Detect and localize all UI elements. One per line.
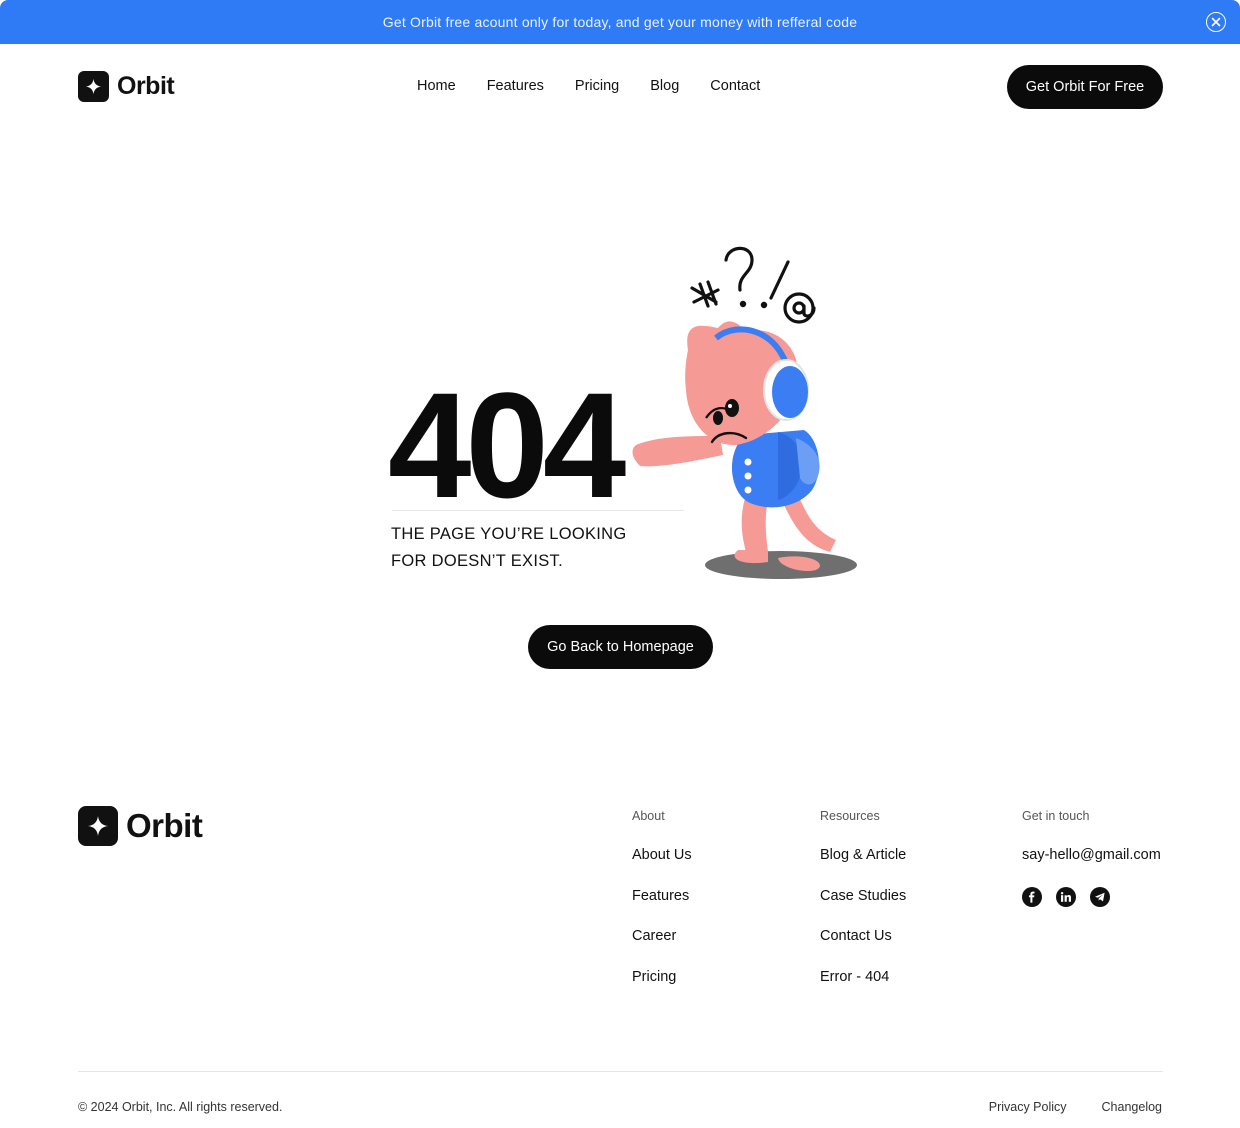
logo[interactable]: Orbit	[78, 71, 175, 102]
legal-links: Privacy Policy Changelog	[989, 1100, 1162, 1114]
logo-text: Orbit	[117, 72, 175, 100]
error-code-text: 404	[388, 361, 626, 505]
nav-features[interactable]: Features	[487, 78, 544, 94]
site-header: Orbit Home Features Pricing Blog Contact…	[0, 44, 1240, 130]
footer-logo-text: Orbit	[126, 807, 203, 844]
footer-link-blog-article[interactable]: Blog & Article	[820, 847, 906, 888]
footer-resources-column: Resources Blog & Article Case Studies Co…	[820, 809, 906, 1009]
telegram-icon[interactable]	[1090, 886, 1110, 907]
facebook-icon[interactable]	[1022, 886, 1042, 907]
footer-about-heading: About	[632, 809, 665, 823]
sad-character-illustration	[632, 246, 857, 579]
nav-pricing[interactable]: Pricing	[575, 78, 619, 94]
footer-logo[interactable]: Orbit	[78, 806, 203, 846]
footer-touch-column: Get in touch say-hello@gmail.com	[1022, 809, 1161, 907]
footer-link-about-us[interactable]: About Us	[632, 847, 692, 888]
footer-resources-heading: Resources	[820, 809, 880, 823]
footer-email-link[interactable]: say-hello@gmail.com	[1022, 847, 1161, 888]
footer-about-column: About About Us Features Career Pricing	[632, 809, 692, 1009]
footer-link-error-404[interactable]: Error - 404	[820, 969, 906, 1010]
sparkle-icon	[78, 71, 109, 102]
linkedin-icon[interactable]	[1056, 886, 1076, 907]
nav-home[interactable]: Home	[417, 78, 456, 94]
nav-blog[interactable]: Blog	[650, 78, 679, 94]
footer-link-career[interactable]: Career	[632, 928, 692, 969]
nav-contact[interactable]: Contact	[710, 78, 760, 94]
go-back-homepage-button[interactable]: Go Back to Homepage	[528, 625, 713, 669]
footer-divider	[78, 1071, 1163, 1072]
announcement-bar: Get Orbit free acount only for today, an…	[0, 0, 1240, 44]
close-icon[interactable]	[1206, 12, 1226, 32]
main-nav: Home Features Pricing Blog Contact	[417, 78, 760, 94]
get-orbit-button[interactable]: Get Orbit For Free	[1007, 65, 1163, 109]
sparkle-icon	[78, 806, 118, 846]
footer-link-features[interactable]: Features	[632, 888, 692, 929]
privacy-policy-link[interactable]: Privacy Policy	[989, 1100, 1067, 1114]
footer-link-pricing[interactable]: Pricing	[632, 969, 692, 1010]
social-links	[1022, 886, 1161, 907]
copyright-text: © 2024 Orbit, Inc. All rights reserved.	[78, 1100, 283, 1114]
footer-link-case-studies[interactable]: Case Studies	[820, 888, 906, 929]
footer-link-contact-us[interactable]: Contact Us	[820, 928, 906, 969]
footer-touch-heading: Get in touch	[1022, 809, 1090, 823]
announcement-text: Get Orbit free acount only for today, an…	[382, 14, 858, 30]
changelog-link[interactable]: Changelog	[1102, 1100, 1162, 1114]
